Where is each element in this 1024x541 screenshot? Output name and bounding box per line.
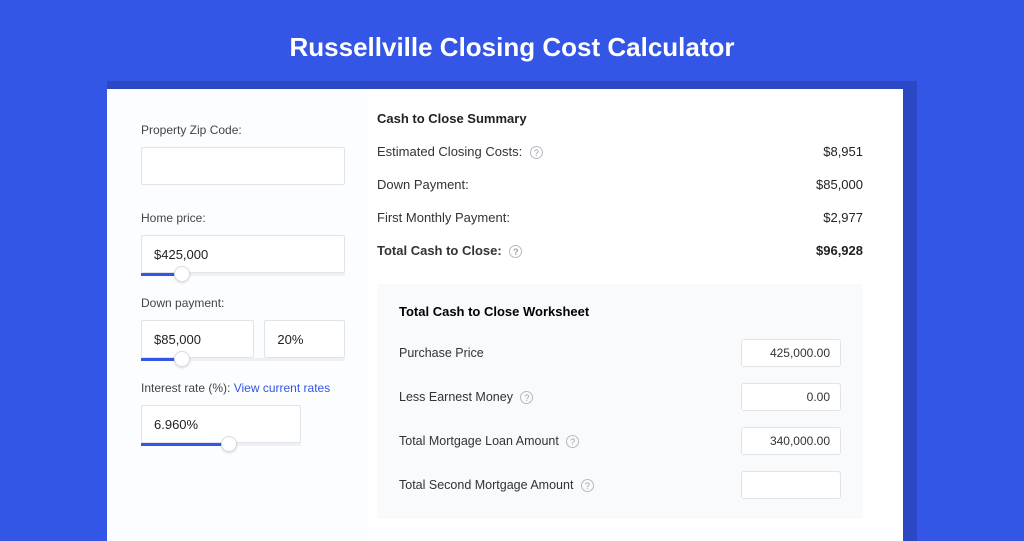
slider-thumb[interactable] [221, 436, 237, 452]
help-icon[interactable]: ? [566, 435, 579, 448]
slider-track [141, 358, 345, 361]
home-price-label: Home price: [141, 211, 345, 225]
summary-value: $8,951 [823, 144, 863, 159]
worksheet-label: Total Second Mortgage Amount [399, 478, 573, 492]
inputs-panel: Property Zip Code: Home price: Down paym… [107, 89, 367, 541]
worksheet-heading: Total Cash to Close Worksheet [399, 304, 841, 319]
slider-track [141, 443, 301, 446]
summary-heading: Cash to Close Summary [377, 111, 863, 126]
zip-label: Property Zip Code: [141, 123, 345, 137]
worksheet-label: Total Mortgage Loan Amount [399, 434, 559, 448]
home-price-slider[interactable] [141, 273, 345, 276]
help-icon[interactable]: ? [581, 479, 594, 492]
summary-total-value: $96,928 [816, 243, 863, 258]
worksheet-row: Less Earnest Money ? [399, 383, 841, 411]
purchase-price-input[interactable] [741, 339, 841, 367]
interest-label: Interest rate (%): [141, 381, 230, 395]
earnest-money-input[interactable] [741, 383, 841, 411]
down-payment-slider[interactable] [141, 358, 345, 361]
slider-thumb[interactable] [174, 266, 190, 282]
summary-value: $2,977 [823, 210, 863, 225]
worksheet-label: Less Earnest Money [399, 390, 513, 404]
card-shadow: Property Zip Code: Home price: Down paym… [107, 81, 917, 541]
down-payment-pct-input[interactable] [264, 320, 345, 358]
summary-label: First Monthly Payment: [377, 210, 510, 225]
worksheet-row: Purchase Price [399, 339, 841, 367]
summary-label: Estimated Closing Costs: [377, 144, 522, 159]
second-mortgage-input[interactable] [741, 471, 841, 499]
results-panel: Cash to Close Summary Estimated Closing … [367, 89, 903, 541]
interest-field-group: Interest rate (%): View current rates [141, 381, 345, 446]
summary-total-row: Total Cash to Close: ? $96,928 [377, 243, 863, 258]
mortgage-loan-input[interactable] [741, 427, 841, 455]
summary-label: Down Payment: [377, 177, 469, 192]
help-icon[interactable]: ? [530, 146, 543, 159]
summary-total-label: Total Cash to Close: [377, 243, 502, 258]
down-payment-field-group: Down payment: [141, 296, 345, 361]
worksheet-panel: Total Cash to Close Worksheet Purchase P… [377, 284, 863, 519]
calculator-card: Property Zip Code: Home price: Down paym… [107, 89, 903, 541]
summary-row: Estimated Closing Costs: ? $8,951 [377, 144, 863, 159]
worksheet-row: Total Mortgage Loan Amount ? [399, 427, 841, 455]
interest-input[interactable] [141, 405, 301, 443]
home-price-input[interactable] [141, 235, 345, 273]
zip-field-group: Property Zip Code: [141, 123, 345, 189]
slider-track [141, 273, 345, 276]
down-payment-input[interactable] [141, 320, 254, 358]
slider-fill [141, 443, 229, 446]
slider-thumb[interactable] [174, 351, 190, 367]
interest-slider[interactable] [141, 443, 301, 446]
help-icon[interactable]: ? [520, 391, 533, 404]
view-rates-link[interactable]: View current rates [234, 381, 331, 395]
worksheet-label: Purchase Price [399, 346, 484, 360]
down-payment-label: Down payment: [141, 296, 345, 310]
page-title: Russellville Closing Cost Calculator [0, 0, 1024, 81]
zip-input[interactable] [141, 147, 345, 185]
worksheet-row: Total Second Mortgage Amount ? [399, 471, 841, 499]
summary-value: $85,000 [816, 177, 863, 192]
summary-row: Down Payment: $85,000 [377, 177, 863, 192]
summary-row: First Monthly Payment: $2,977 [377, 210, 863, 225]
interest-label-row: Interest rate (%): View current rates [141, 381, 345, 395]
help-icon[interactable]: ? [509, 245, 522, 258]
home-price-field-group: Home price: [141, 211, 345, 276]
